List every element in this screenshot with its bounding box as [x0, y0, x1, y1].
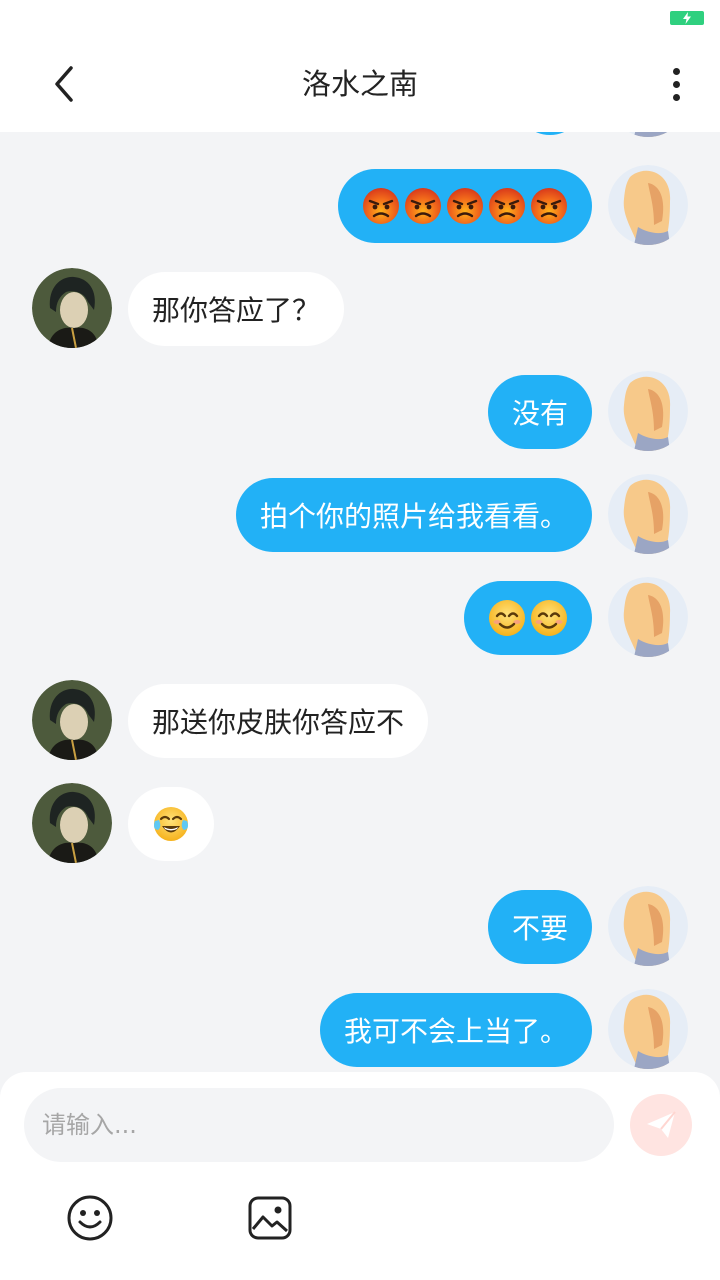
message-row-outgoing: 没有 — [0, 371, 720, 451]
message-bubble[interactable]: 那你答应了？ — [128, 272, 345, 346]
message-row-outgoing: 不要 — [0, 886, 720, 966]
message-row-incoming: 那送你皮肤你答应不 — [0, 680, 720, 760]
smiley-icon — [67, 1195, 113, 1241]
message-row-incoming: 那你答应了？ — [0, 268, 720, 348]
message-bubble[interactable] — [464, 581, 592, 655]
message-bubble[interactable]: 没有 — [487, 375, 592, 449]
send-button[interactable] — [630, 1094, 692, 1156]
avatar-self[interactable] — [608, 165, 688, 245]
image-icon — [248, 1196, 292, 1240]
avatar-contact[interactable] — [32, 783, 112, 863]
angry-face-emoji — [531, 188, 567, 224]
angry-face-emoji — [405, 188, 441, 224]
image-button[interactable] — [244, 1192, 296, 1244]
message-bubble[interactable] — [338, 169, 592, 243]
angry-face-emoji — [363, 188, 399, 224]
message-bubble[interactable] — [128, 787, 214, 861]
avatar-self[interactable] — [608, 132, 688, 137]
message-row-outgoing — [0, 165, 720, 245]
avatar-contact[interactable] — [32, 268, 112, 348]
message-row-outgoing — [0, 577, 720, 657]
message-bubble-partial — [515, 132, 585, 135]
status-bar — [0, 0, 720, 40]
chat-title: 洛水之南 — [301, 67, 418, 101]
message-row-incoming — [0, 783, 720, 863]
message-row-outgoing: 拍个你的照片给我看看。 — [0, 474, 720, 554]
emoji-button[interactable] — [64, 1192, 116, 1244]
emoji-group — [488, 599, 568, 637]
angry-face-emoji — [489, 188, 525, 224]
message-bubble[interactable]: 拍个你的照片给我看看。 — [235, 478, 592, 552]
avatar-self[interactable] — [608, 474, 688, 554]
more-options-button[interactable] — [656, 62, 696, 106]
composer — [0, 1072, 720, 1280]
smiling-face-emoji — [531, 600, 567, 636]
chevron-left-icon — [55, 66, 73, 102]
message-row-outgoing: 我可不会上当了。 — [0, 989, 720, 1069]
avatar-self[interactable] — [608, 989, 688, 1069]
more-vertical-icon — [672, 67, 680, 75]
message-bubble[interactable]: 那送你皮肤你答应不 — [128, 684, 429, 758]
message-bubble[interactable]: 不要 — [487, 890, 592, 964]
back-button[interactable] — [40, 60, 88, 108]
message-row-partial — [0, 132, 720, 137]
avatar-self[interactable] — [608, 577, 688, 657]
nav-bar: 洛水之南 — [0, 40, 720, 132]
tears-of-joy-emoji — [154, 807, 188, 841]
send-icon — [647, 1111, 676, 1138]
message-bubble[interactable]: 我可不会上当了。 — [319, 993, 592, 1067]
avatar-contact[interactable] — [32, 680, 112, 760]
emoji-group — [362, 187, 568, 225]
avatar-self[interactable] — [608, 886, 688, 966]
smiling-face-emoji — [489, 600, 525, 636]
message-list[interactable]: 那你答应了？ 没有 拍个你的照片给我看看。 那送你皮肤你答应不 不要 我可不会上… — [0, 132, 720, 1072]
battery-charging-icon — [670, 11, 704, 25]
message-input[interactable] — [24, 1088, 614, 1162]
avatar-self[interactable] — [608, 371, 688, 451]
angry-face-emoji — [447, 188, 483, 224]
